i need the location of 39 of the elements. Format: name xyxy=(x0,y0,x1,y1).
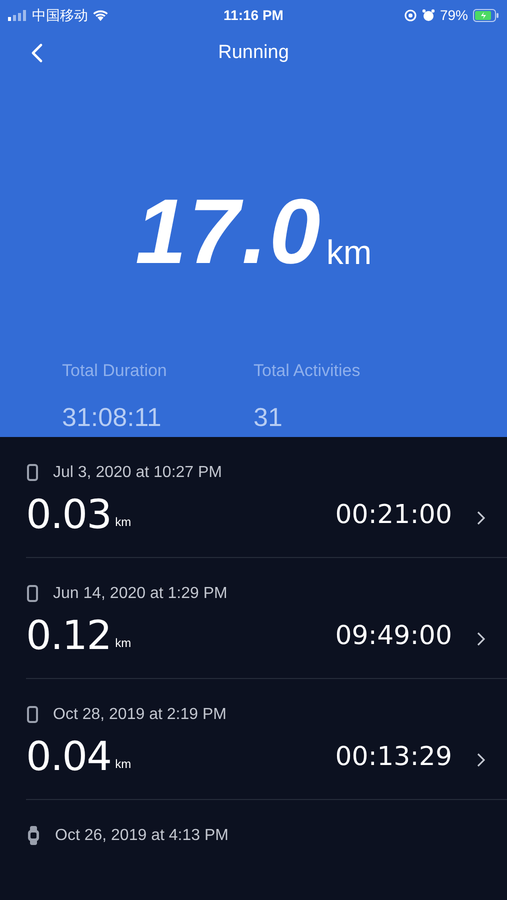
phone-icon xyxy=(27,706,38,723)
stat-value: 31 xyxy=(254,400,284,434)
activity-unit: km xyxy=(115,634,132,652)
wifi-icon xyxy=(92,9,109,21)
activity-unit: km xyxy=(115,514,132,530)
carrier-name: 中国移动 xyxy=(32,6,88,24)
activity-distance: 0.03 xyxy=(26,492,112,536)
chevron-right-icon xyxy=(477,752,485,766)
chevron-right-icon xyxy=(477,510,485,524)
activity-duration: 00:21:00 xyxy=(335,498,452,532)
distance-unit: km xyxy=(326,236,372,270)
activity-duration: 09:49:00 xyxy=(335,620,452,652)
activity-row[interactable]: Oct 28, 2019 at 2:19 PM 0.04 km 00:13:29 xyxy=(26,678,507,800)
battery-percent: 79% xyxy=(440,6,468,24)
activity-row[interactable]: Jul 3, 2020 at 10:27 PM 0.03 km 00:21:00 xyxy=(26,436,507,558)
orientation-lock-icon xyxy=(404,8,417,22)
status-time: 11:16 PM xyxy=(224,6,284,24)
activity-date: Oct 28, 2019 at 2:19 PM xyxy=(53,704,226,724)
battery-icon xyxy=(473,8,499,22)
activity-date: Jun 14, 2020 at 1:29 PM xyxy=(53,584,228,604)
total-distance: 17.0 xyxy=(135,192,322,272)
activity-unit: km xyxy=(115,756,132,772)
activity-duration: 00:13:29 xyxy=(335,740,452,774)
phone-icon xyxy=(27,464,38,481)
activity-row[interactable]: Jun 14, 2020 at 1:29 PM 0.12 km 09:49:00 xyxy=(26,558,507,678)
activity-distance: 0.12 xyxy=(26,614,112,658)
activity-row[interactable]: Oct 26, 2019 at 4:13 PM xyxy=(26,800,507,900)
watch-icon xyxy=(27,826,40,845)
stat-label: Total Activities xyxy=(254,360,362,382)
stat-label: Total Duration xyxy=(62,360,168,382)
activity-date: Oct 26, 2019 at 4:13 PM xyxy=(55,826,228,846)
stat-value: 31:08:11 xyxy=(62,400,162,434)
phone-icon xyxy=(27,585,38,602)
signal-icon xyxy=(8,10,28,20)
activity-distance: 0.04 xyxy=(26,734,112,778)
alarm-icon xyxy=(422,8,435,22)
activity-date: Jul 3, 2020 at 10:27 PM xyxy=(53,462,222,482)
page-title: Running xyxy=(218,40,289,65)
chevron-right-icon xyxy=(477,632,485,646)
